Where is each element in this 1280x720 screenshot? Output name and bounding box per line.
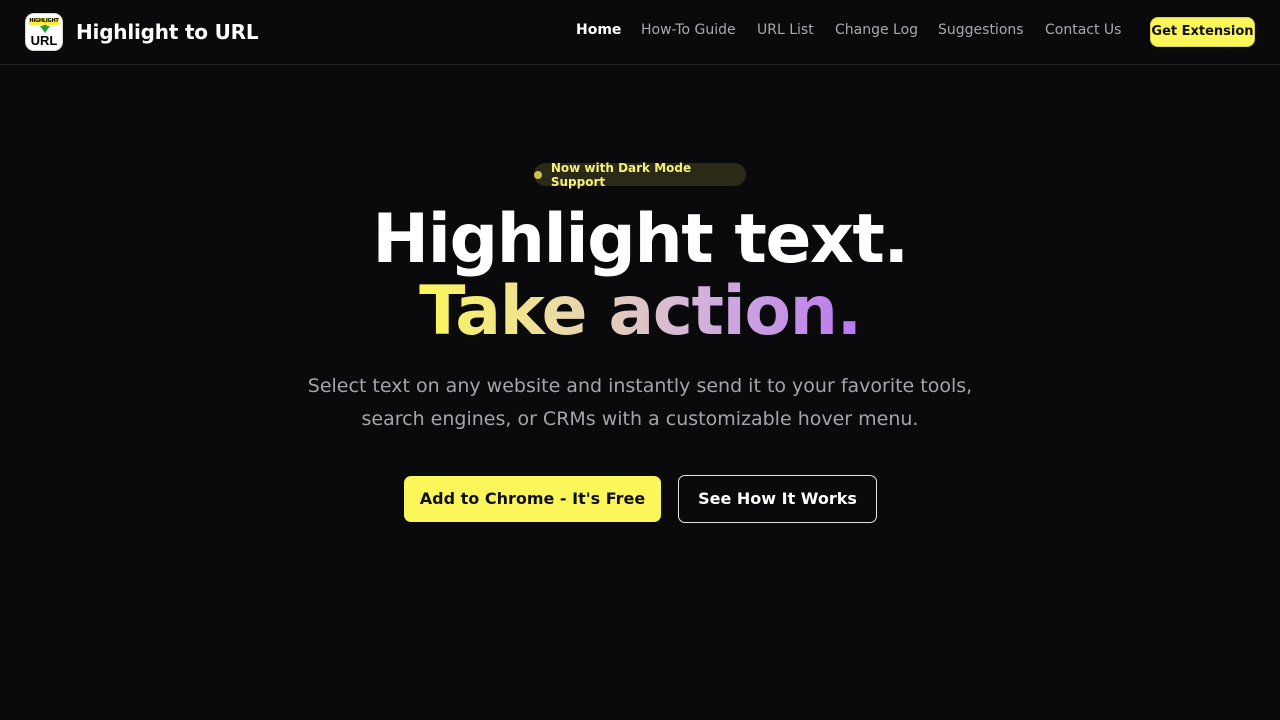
- see-how-it-works-button[interactable]: See How It Works: [678, 475, 877, 523]
- headline-gradient-text: Take action.: [419, 272, 862, 351]
- announcement-badge: Now with Dark Mode Support: [534, 160, 746, 189]
- hero-subtitle: Select text on any website and instantly…: [307, 375, 973, 430]
- nav-home[interactable]: Home: [576, 22, 621, 38]
- top-navigation-bar: HIGHLIGHT URL Highlight to URL Home How-…: [0, 0, 1280, 65]
- add-to-chrome-button[interactable]: Add to Chrome - It's Free: [404, 476, 661, 522]
- brand-logo: HIGHLIGHT URL: [25, 13, 63, 51]
- nav-change-log[interactable]: Change Log: [835, 22, 918, 38]
- nav-how-to-guide[interactable]: How-To Guide: [641, 22, 736, 38]
- nav-contact-us[interactable]: Contact Us: [1045, 22, 1121, 38]
- logo-top-label: HIGHLIGHT: [29, 18, 59, 25]
- status-dot-icon: [534, 170, 542, 179]
- get-extension-button[interactable]: Get Extension: [1150, 17, 1255, 47]
- brand[interactable]: HIGHLIGHT URL Highlight to URL: [25, 13, 259, 51]
- badge-text: Now with Dark Mode Support: [550, 160, 692, 189]
- logo-bottom-label: URL: [30, 33, 58, 48]
- nav-url-list[interactable]: URL List: [757, 22, 814, 38]
- brand-name: Highlight to URL: [76, 20, 259, 44]
- nav-suggestions[interactable]: Suggestions: [938, 22, 1024, 38]
- headline-line-2: Take action.: [0, 268, 1280, 356]
- download-arrow-icon: [40, 26, 50, 33]
